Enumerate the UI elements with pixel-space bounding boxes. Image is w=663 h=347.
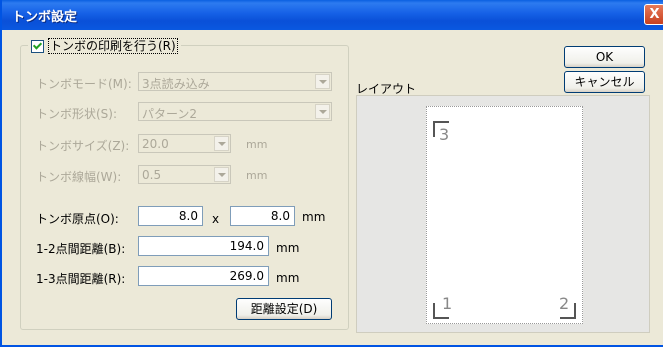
- origin-x-input[interactable]: 8.0: [138, 206, 203, 226]
- chevron-down-icon[interactable]: [315, 74, 330, 89]
- chevron-down-icon[interactable]: [315, 104, 330, 119]
- chevron-down-icon[interactable]: [214, 167, 229, 182]
- size-select[interactable]: 20.0: [138, 134, 231, 153]
- dist-12-unit: mm: [276, 241, 300, 255]
- origin-x-value: 8.0: [178, 209, 198, 223]
- line-width-label: トンボ線幅(W):: [36, 170, 122, 184]
- close-button[interactable]: X: [644, 4, 663, 25]
- crop-mark-3-number: 3: [439, 125, 450, 144]
- chevron-down-icon[interactable]: [214, 136, 229, 151]
- size-unit: mm: [246, 138, 268, 151]
- origin-label: トンボ原点(O):: [36, 212, 119, 226]
- crop-mark-2-horizontal: [560, 317, 576, 319]
- distance-settings-button[interactable]: 距離設定(D): [236, 298, 332, 320]
- checkmark-icon: [31, 39, 44, 53]
- title-bar[interactable]: トンボ設定 X: [2, 0, 663, 30]
- print-crop-marks-label: トンボの印刷を行う(R): [48, 38, 178, 54]
- crop-mark-2-number: 2: [559, 294, 570, 313]
- crop-mark-3-vertical: [433, 121, 435, 137]
- crop-mark-1-horizontal: [433, 317, 449, 319]
- size-select-value: 20.0: [142, 137, 169, 151]
- mode-select-value: 3点読み込み: [142, 77, 210, 91]
- origin-y-value: 8.0: [270, 209, 290, 223]
- print-crop-marks-checkbox[interactable]: トンボの印刷を行う(R): [28, 38, 181, 54]
- mode-label: トンボモード(M):: [36, 77, 132, 91]
- window-title: トンボ設定: [12, 10, 78, 25]
- cancel-button[interactable]: キャンセル: [564, 71, 645, 93]
- line-width-select[interactable]: 0.5: [138, 165, 231, 184]
- dist-12-label: 1-2点間距離(B):: [36, 242, 126, 256]
- line-width-select-value: 0.5: [142, 168, 162, 182]
- dist-13-label: 1-3点間距離(R):: [36, 272, 126, 286]
- dist-13-value: 269.0: [229, 269, 264, 283]
- line-width-unit: mm: [246, 169, 268, 182]
- crop-mark-1-number: 1: [442, 294, 453, 313]
- dist-13-unit: mm: [276, 271, 300, 285]
- origin-separator: x: [212, 212, 220, 226]
- mode-select[interactable]: 3点読み込み: [138, 72, 332, 91]
- dist-13-input[interactable]: 269.0: [138, 266, 269, 286]
- size-label: トンボサイズ(Z):: [36, 139, 130, 153]
- origin-unit: mm: [302, 210, 326, 224]
- crop-mark-3-horizontal: [433, 121, 449, 123]
- shape-label: トンボ形状(S):: [36, 107, 118, 121]
- close-icon: X: [649, 7, 660, 22]
- shape-select[interactable]: パターン2: [138, 102, 332, 121]
- origin-y-input[interactable]: 8.0: [230, 206, 295, 226]
- dialog-window: トンボ設定 X トンボの印刷を行う(R) トンボモード(M): 3点読み込み ト…: [0, 0, 663, 347]
- dist-12-value: 194.0: [229, 239, 264, 253]
- paper-preview: [426, 106, 583, 324]
- ok-button[interactable]: OK: [564, 46, 645, 68]
- shape-select-value: パターン2: [142, 107, 198, 121]
- dist-12-input[interactable]: 194.0: [138, 236, 269, 256]
